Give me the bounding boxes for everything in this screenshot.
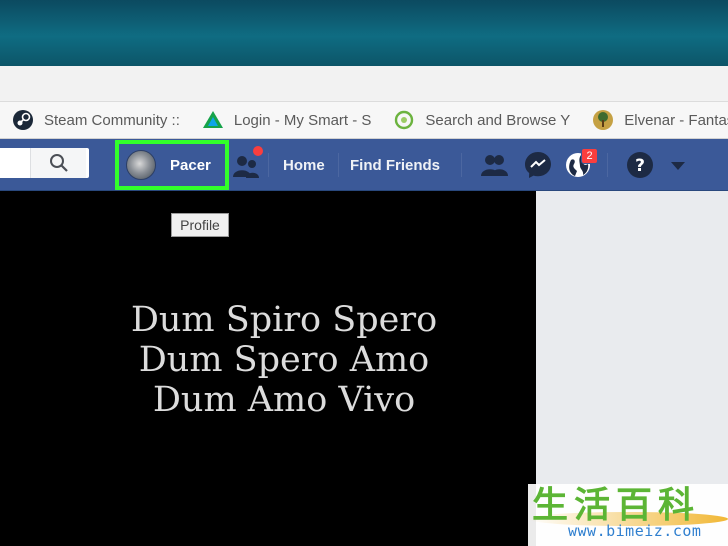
search-button[interactable]: [30, 148, 86, 178]
chevron-down-icon[interactable]: [668, 149, 688, 181]
quote-line: Dum Spero Amo: [138, 340, 430, 380]
avatar: [126, 150, 156, 180]
browser-toolbar: [0, 66, 728, 102]
bookmark-elvenar[interactable]: Elvenar - Fantasy C: [592, 102, 728, 138]
search-icon: [49, 154, 68, 172]
bookmark-label: Elvenar - Fantasy C: [624, 111, 728, 129]
green-circle-icon: [393, 109, 415, 131]
steam-icon: [12, 109, 34, 131]
bookmark-search-browse[interactable]: Search and Browse Y: [393, 102, 592, 138]
bookmark-login[interactable]: Login - My Smart - S: [202, 102, 394, 138]
tree-emblem-icon: [592, 109, 614, 131]
facebook-top-nav: Pacer Home Find Friends 2 ?: [0, 139, 728, 191]
svg-text:?: ?: [635, 156, 645, 176]
nav-home-link[interactable]: Home: [283, 139, 325, 191]
nav-divider: [461, 153, 462, 177]
watermark-char: 生: [532, 485, 569, 526]
watermark-logo: 生 活 百 科: [532, 486, 694, 526]
friends-icon[interactable]: [478, 149, 510, 181]
watermark: 生 活 百 科 www.bimeiz.com: [528, 484, 728, 546]
search-input[interactable]: [0, 148, 89, 178]
watermark-url: www.bimeiz.com: [568, 522, 702, 540]
help-icon[interactable]: ?: [624, 149, 656, 181]
bookmark-label: Steam Community ::: [44, 111, 180, 129]
bookmarks-bar: Steam Community :: Login - My Smart - S …: [0, 102, 728, 139]
profile-button[interactable]: Pacer: [115, 140, 229, 190]
profile-tooltip: Profile: [171, 213, 229, 237]
bookmark-label: Search and Browse Y: [425, 111, 571, 129]
quote-line: Dum Spiro Spero: [130, 300, 438, 340]
messenger-icon[interactable]: [522, 149, 554, 181]
smart-triangle-icon: [202, 109, 224, 131]
bookmark-label: Login - My Smart - S: [233, 111, 372, 129]
nav-divider: [607, 153, 608, 177]
watermark-char: 科: [658, 485, 695, 526]
bookmark-steam[interactable]: Steam Community ::: [0, 102, 202, 138]
nav-find-friends-link[interactable]: Find Friends: [350, 139, 440, 191]
notifications-badge: 2: [581, 148, 598, 164]
nav-divider: [338, 153, 339, 177]
quote-line: Dum Amo Vivo: [152, 380, 416, 420]
window-titlebar: [0, 0, 728, 66]
watermark-char: 活: [574, 485, 611, 526]
notification-dot: [251, 144, 265, 158]
cover-quote: Dum Spiro Spero Dum Spero Amo Dum Amo Vi…: [68, 300, 500, 420]
profile-name: Pacer: [170, 156, 211, 174]
nav-divider: [268, 153, 269, 177]
watermark-char: 百: [616, 485, 653, 526]
